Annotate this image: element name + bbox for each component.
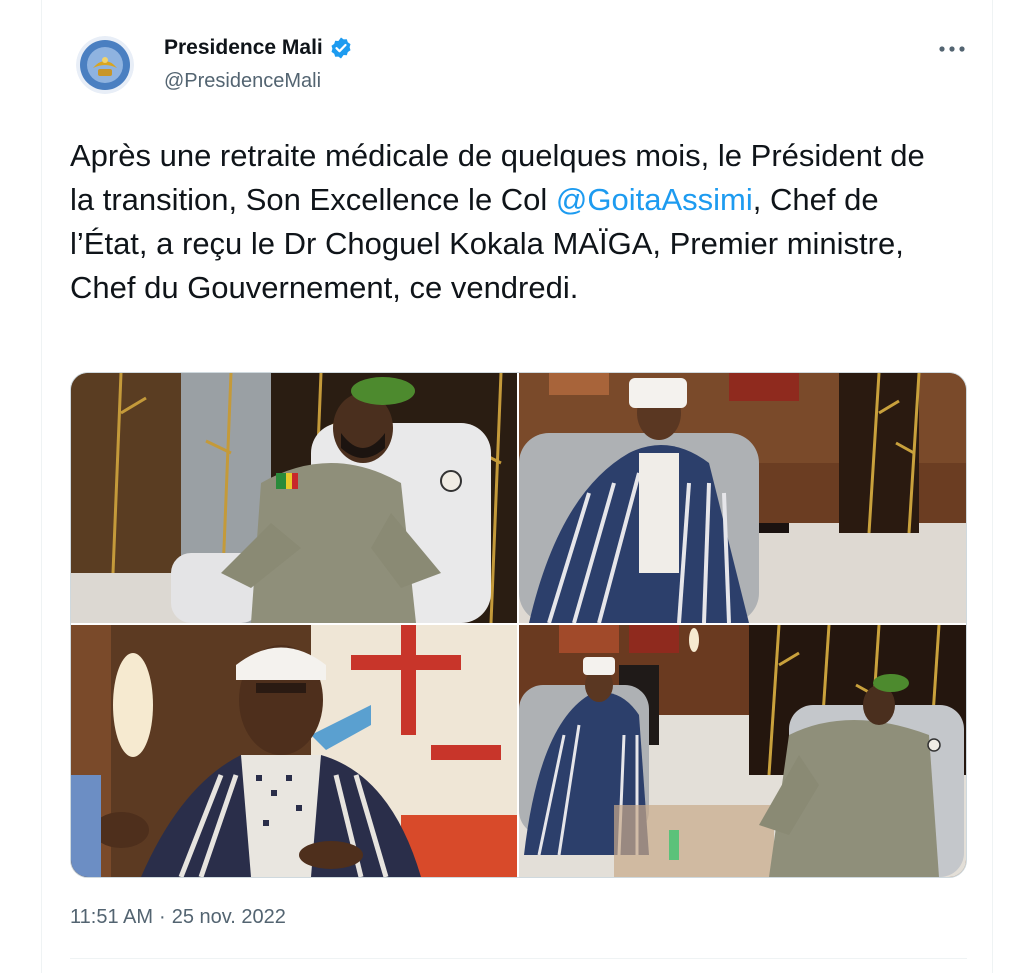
- tweet-timestamp: 11:51 AM · 25 nov. 2022: [70, 906, 286, 929]
- author-display-name[interactable]: Presidence Mali: [164, 36, 323, 60]
- tweet-text: Après une retraite médicale de quelques …: [70, 134, 950, 310]
- divider: [70, 958, 967, 959]
- photo-2[interactable]: [519, 373, 966, 623]
- verified-badge-icon: [331, 37, 351, 59]
- media-grid: [70, 372, 967, 878]
- photo-2-image: [519, 373, 966, 623]
- more-options-button[interactable]: [932, 34, 972, 64]
- photo-3[interactable]: [71, 625, 517, 877]
- more-options-icon: [939, 46, 965, 52]
- photo-1[interactable]: [71, 373, 517, 623]
- author-handle[interactable]: @PresidenceMali: [164, 70, 321, 93]
- tweet-time[interactable]: 11:51 AM: [70, 906, 153, 929]
- photo-4[interactable]: [519, 625, 966, 877]
- author-avatar[interactable]: [76, 36, 134, 94]
- timestamp-separator: ·: [159, 906, 166, 928]
- photo-4-image: [519, 625, 966, 877]
- photo-1-image: [71, 373, 517, 623]
- mention-link[interactable]: @GoitaAssimi: [556, 182, 753, 217]
- photo-3-image: [71, 625, 517, 877]
- presidency-seal-icon: [76, 36, 134, 94]
- tweet-date[interactable]: 25 nov. 2022: [172, 906, 286, 929]
- author-name-row: Presidence Mali: [164, 36, 353, 60]
